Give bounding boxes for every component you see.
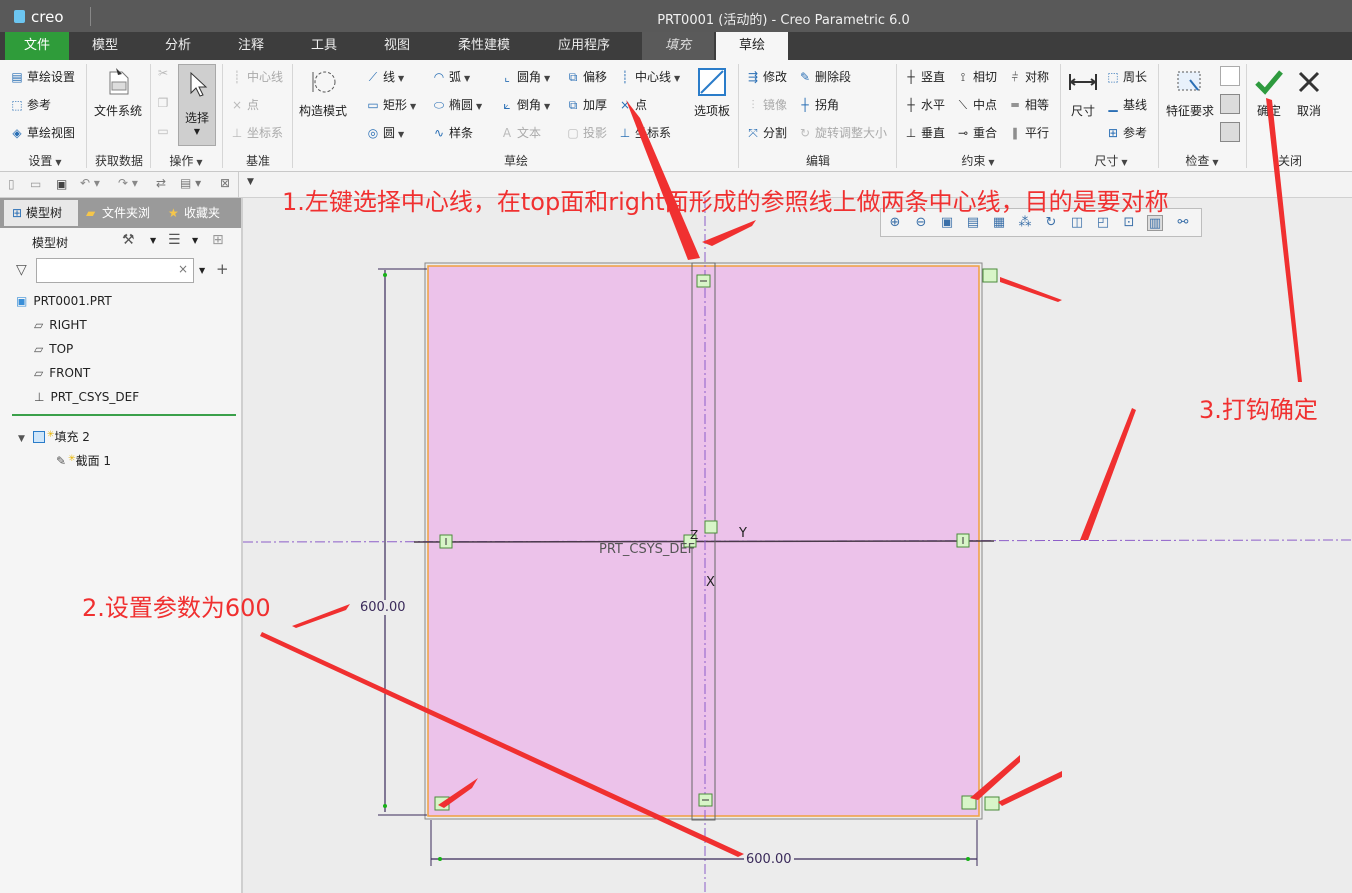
display-style-icon[interactable]: ◫ <box>1069 215 1085 231</box>
arrow-to-ok <box>1266 98 1302 382</box>
named-views-icon[interactable]: ⁂ <box>1017 215 1033 231</box>
dimension-arrow <box>966 857 970 861</box>
sketch-canvas-drawing <box>242 98 1352 893</box>
saved-views-icon[interactable]: ▦ <box>991 215 1007 231</box>
dimension-arrow <box>438 857 442 861</box>
arrow-to-reference-top <box>702 220 756 246</box>
sketch-orientation-icon[interactable]: ▥ <box>1147 215 1163 231</box>
arrow-to-marker-tr <box>1000 277 1062 302</box>
axis-z-label: Z <box>690 528 699 542</box>
coincident-marker <box>704 520 718 534</box>
sketcher-display-icon[interactable]: ⚯ <box>1175 215 1191 231</box>
spin-center-icon[interactable]: ↻ <box>1043 215 1059 231</box>
zoom-out-icon[interactable]: ⊖ <box>913 215 929 231</box>
zoom-in-icon[interactable]: ⊕ <box>887 215 903 231</box>
symmetric-constraint-marker <box>984 796 1000 811</box>
arrow-to-marker-br2 <box>998 771 1062 806</box>
datum-display-icon[interactable]: ⊡ <box>1121 215 1137 231</box>
dimension-arrow <box>383 273 387 277</box>
refit-icon[interactable]: ▣ <box>939 215 955 231</box>
annotation-step2: 2.设置参数为600 <box>82 594 271 622</box>
axis-x-label: X <box>706 575 715 590</box>
arrow-to-centerline-tool <box>626 100 700 260</box>
annotation-step3: 3.打钩确定 <box>1199 396 1318 424</box>
repaint-icon[interactable]: ▤ <box>965 215 981 231</box>
horizontal-centerline[interactable] <box>413 540 995 543</box>
symmetric-constraint-marker <box>982 268 998 283</box>
shading-icon[interactable]: ◰ <box>1095 215 1111 231</box>
dimension-horizontal-value[interactable]: 600.00 <box>744 852 794 867</box>
arrow-to-reference-right <box>1080 408 1136 540</box>
axis-y-label: Y <box>739 526 747 541</box>
csys-label: PRT_CSYS_DEF <box>599 542 696 557</box>
dimension-vertical-value[interactable]: 600.00 <box>358 600 408 615</box>
annotation-step1: 1.左键选择中心线，在top面和right面形成的参照线上做两条中心线，目的是要… <box>282 188 1169 216</box>
dimension-arrow <box>383 804 387 808</box>
arrow-to-dimension-vertical <box>292 604 350 628</box>
